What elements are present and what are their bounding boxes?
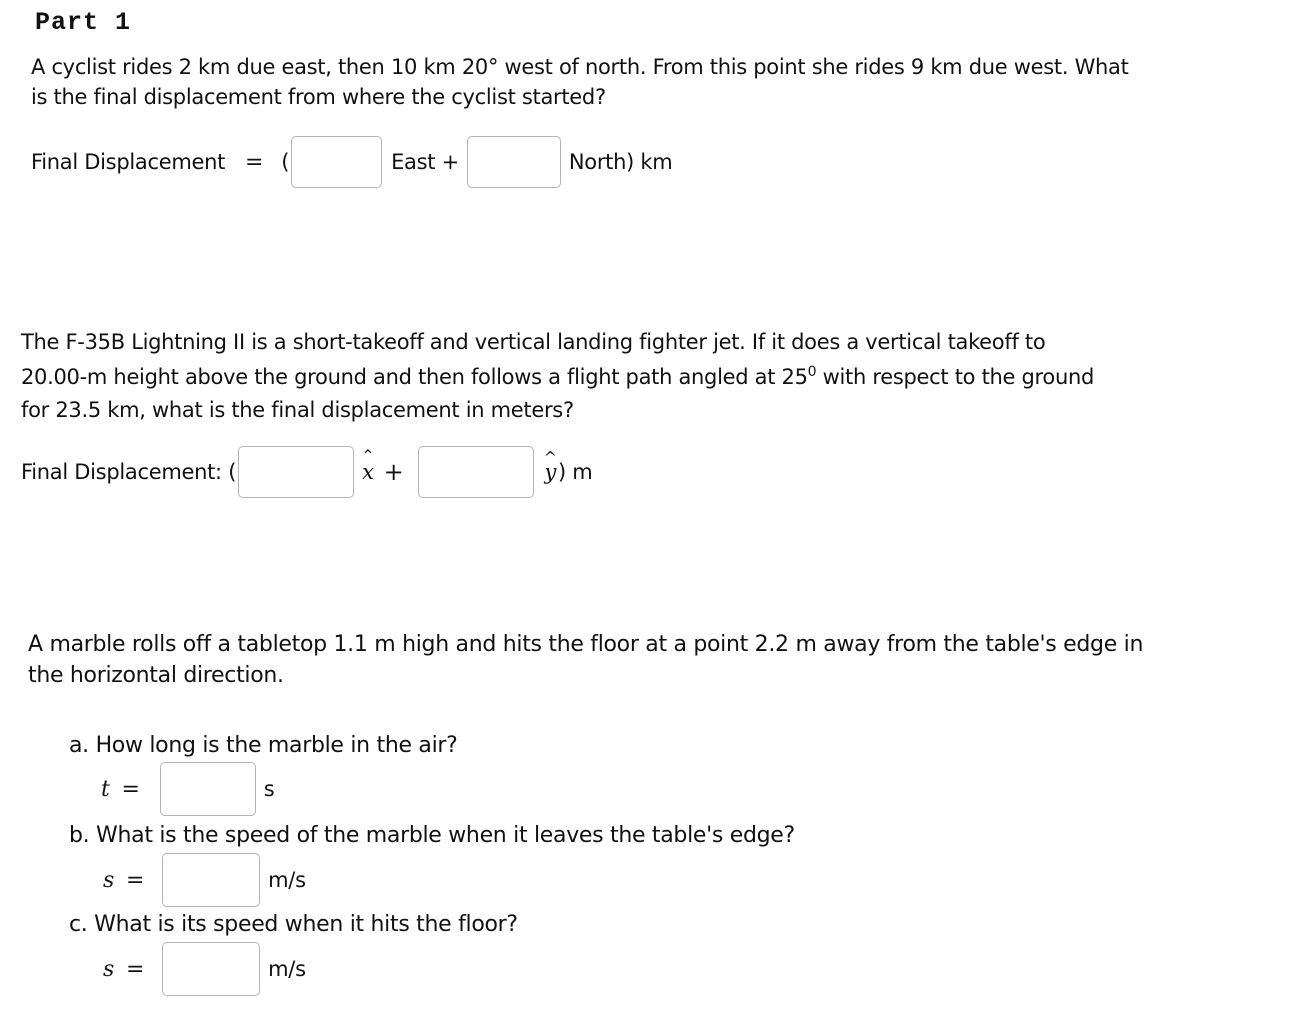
q3a-question: a. How long is the marble in the air? — [69, 733, 458, 758]
q3-text: A marble rolls off a tabletop 1.1 m high… — [28, 629, 1143, 691]
q3a-answer-row: t = s — [101, 762, 275, 816]
q2-plus: + — [383, 458, 404, 486]
q2-line-2: 20.00-m height above the ground and then… — [21, 354, 1094, 395]
q2-y-input[interactable] — [418, 446, 535, 498]
q3b-answer-row: s = m/s — [103, 853, 306, 907]
q2-degree-sup: 0 — [807, 364, 817, 380]
q1-east-label: East + — [391, 150, 459, 174]
q1-east-input[interactable] — [291, 136, 383, 188]
q1-open-paren: ( — [281, 150, 290, 174]
part-title: Part 1 — [35, 8, 132, 37]
q3-line-1: A marble rolls off a tabletop 1.1 m high… — [28, 632, 1144, 657]
q1-answer-label: Final Displacement — [31, 150, 226, 174]
q3c-equals: = — [126, 956, 145, 982]
q2-line-1: The F-35B Lightning II is a short-takeof… — [21, 330, 1046, 354]
q3-line-2: the horizontal direction. — [28, 663, 284, 688]
q3a-equals: = — [121, 776, 140, 802]
q1-answer-row: Final Displacement = ( East + North) km — [31, 136, 673, 188]
q3c-question: c. What is its speed when it hits the fl… — [69, 912, 518, 937]
y-hat-symbol: ^ y — [543, 448, 557, 484]
q3a-var: t — [101, 776, 110, 802]
x-hat-symbol: ⌃ x — [361, 446, 375, 484]
q1-north-label: North) km — [568, 150, 673, 174]
q2-unit: ) m — [558, 460, 593, 484]
q2-line-2-pre: 20.00-m height above the ground and then… — [21, 365, 808, 389]
q1-equals: = — [245, 149, 264, 175]
q1-line-2: is the final displacement from where the… — [31, 85, 606, 109]
q3c-answer-row: s = m/s — [103, 942, 306, 996]
q2-text: The F-35B Lightning II is a short-takeof… — [21, 327, 1094, 425]
q1-text: A cyclist rides 2 km due east, then 10 k… — [31, 52, 1129, 112]
q3c-speed-input[interactable] — [162, 942, 261, 996]
q1-line-1: A cyclist rides 2 km due east, then 10 k… — [31, 55, 1129, 79]
q3b-var: s — [103, 867, 114, 893]
q2-line-3: for 23.5 km, what is the final displacem… — [21, 398, 574, 422]
q2-answer-row: Final Displacement: ( ⌃ x + ^ y ) m — [21, 446, 593, 498]
q3a-time-input[interactable] — [159, 762, 256, 816]
q3b-speed-input[interactable] — [162, 853, 261, 907]
q2-answer-label: Final Displacement: ( — [21, 460, 237, 484]
q2-line-2-post: with respect to the ground — [816, 365, 1095, 389]
q3c-unit: m/s — [268, 957, 306, 981]
q3b-unit: m/s — [268, 868, 306, 892]
q3b-question: b. What is the speed of the marble when … — [69, 823, 795, 848]
q3b-equals: = — [126, 867, 145, 893]
hat-icon: ^ — [543, 448, 557, 467]
q3a-unit: s — [263, 777, 275, 801]
q3c-var: s — [103, 956, 114, 982]
q2-x-input[interactable] — [238, 446, 355, 498]
hat-icon: ⌃ — [361, 446, 375, 465]
q1-north-input[interactable] — [466, 136, 561, 188]
